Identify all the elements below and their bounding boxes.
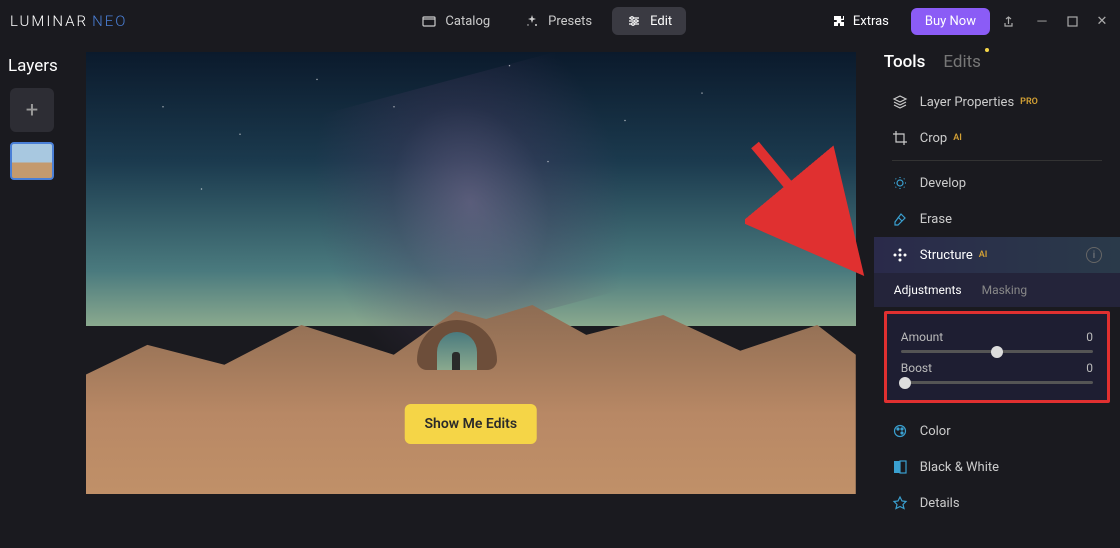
- extras-button[interactable]: Extras: [819, 7, 901, 35]
- tool-label: Develop: [920, 176, 966, 191]
- tool-label: Structure: [920, 248, 973, 263]
- show-me-edits-button[interactable]: Show Me Edits: [404, 404, 537, 444]
- structure-icon: [892, 247, 908, 263]
- boost-label: Boost: [901, 361, 932, 375]
- tool-label: Crop: [920, 131, 947, 146]
- tab-catalog-label: Catalog: [445, 14, 490, 29]
- amount-slider-thumb[interactable]: [991, 346, 1003, 358]
- ai-badge: AI: [979, 250, 988, 260]
- structure-sliders-highlight: Amount 0 Boost 0: [884, 311, 1110, 403]
- amount-slider[interactable]: [901, 350, 1093, 353]
- tool-label: Color: [920, 424, 951, 439]
- tool-color[interactable]: Color: [874, 413, 1120, 449]
- minimize-button[interactable]: ─: [1034, 13, 1050, 29]
- buy-now-button[interactable]: Buy Now: [911, 8, 990, 35]
- crop-icon: [892, 130, 908, 146]
- edits-indicator-dot: [985, 48, 989, 52]
- amount-label: Amount: [901, 330, 943, 344]
- logo-text-2: NEO: [92, 12, 127, 30]
- subtab-masking[interactable]: Masking: [982, 283, 1028, 297]
- maximize-button[interactable]: [1064, 13, 1080, 29]
- boost-value: 0: [1086, 361, 1093, 375]
- tool-details[interactable]: Details: [874, 485, 1120, 521]
- tab-edit[interactable]: Edit: [612, 7, 686, 35]
- sliders-icon: [626, 13, 642, 29]
- ai-badge: AI: [953, 133, 962, 143]
- panel-tab-tools[interactable]: Tools: [884, 52, 926, 72]
- tool-label: Layer Properties: [920, 95, 1014, 110]
- amount-value: 0: [1086, 330, 1093, 344]
- panel-tab-edits[interactable]: Edits: [943, 52, 981, 72]
- layers-title: Layers: [8, 56, 58, 76]
- image-canvas[interactable]: Show Me Edits: [86, 52, 856, 494]
- sparkle-icon: [524, 13, 540, 29]
- tool-black-white[interactable]: Black & White: [874, 449, 1120, 485]
- erase-icon: [892, 211, 908, 227]
- app-logo: LUMINAR NEO: [10, 12, 127, 30]
- add-layer-button[interactable]: +: [10, 88, 54, 132]
- pro-badge: PRO: [1020, 97, 1038, 107]
- puzzle-icon: [831, 13, 847, 29]
- folder-icon: [421, 13, 437, 29]
- tab-presets-label: Presets: [548, 14, 592, 29]
- tool-crop[interactable]: Crop AI: [874, 120, 1120, 156]
- extras-label: Extras: [853, 14, 889, 29]
- bw-icon: [892, 459, 908, 475]
- tool-layer-properties[interactable]: Layer Properties PRO: [874, 84, 1120, 120]
- share-icon[interactable]: [1000, 13, 1016, 29]
- tool-label: Erase: [920, 212, 952, 227]
- details-icon: [892, 495, 908, 511]
- tool-erase[interactable]: Erase: [874, 201, 1120, 237]
- tool-label: Details: [920, 496, 960, 511]
- close-button[interactable]: ✕: [1094, 13, 1110, 29]
- layers-icon: [892, 94, 908, 110]
- color-icon: [892, 423, 908, 439]
- tab-catalog[interactable]: Catalog: [407, 7, 504, 35]
- tool-structure[interactable]: Structure AI i: [874, 237, 1120, 273]
- tool-develop[interactable]: Develop: [874, 165, 1120, 201]
- subtab-adjustments[interactable]: Adjustments: [894, 283, 962, 297]
- logo-text-1: LUMINAR: [10, 12, 88, 30]
- boost-slider-thumb[interactable]: [899, 377, 911, 389]
- boost-slider[interactable]: [901, 381, 1093, 384]
- layer-thumb-1[interactable]: [10, 142, 54, 180]
- tool-label: Black & White: [920, 460, 999, 475]
- divider: [892, 160, 1102, 161]
- sun-icon: [892, 175, 908, 191]
- tab-edit-label: Edit: [650, 14, 672, 29]
- info-icon[interactable]: i: [1086, 247, 1102, 263]
- tab-presets[interactable]: Presets: [510, 7, 606, 35]
